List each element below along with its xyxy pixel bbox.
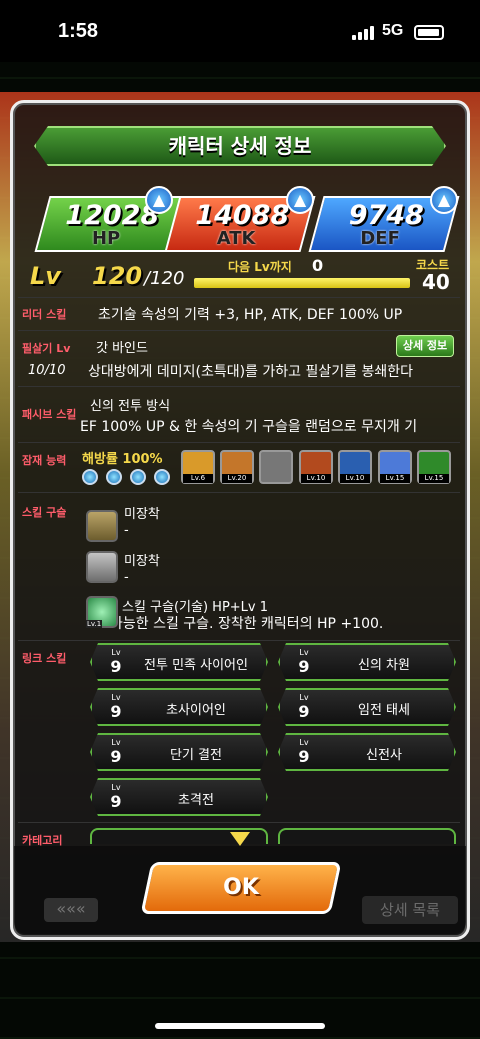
passive-text-clip: EF 100% UP & 한 속성의 기 구슬을 랜덤으로 무지개 기 bbox=[80, 414, 445, 436]
character-potential-icon[interactable]: Lv.10 bbox=[338, 450, 372, 484]
super-attack-name: 갓 바인드 bbox=[96, 341, 148, 356]
hidden-potential-label: 잠재 능력 bbox=[22, 454, 67, 467]
battery-icon bbox=[414, 25, 444, 40]
potential-orb bbox=[154, 469, 170, 485]
skill-orb-slot[interactable] bbox=[86, 551, 118, 583]
page-title: 캐릭터 상세 정보 bbox=[168, 134, 312, 158]
signal-icon bbox=[352, 26, 376, 40]
attack-potential-icon[interactable]: Lv.6 bbox=[181, 450, 215, 484]
divider bbox=[18, 442, 460, 443]
hp-label: HP bbox=[91, 228, 121, 249]
skill-orb-name: 미장착 bbox=[124, 554, 160, 569]
lv-max: /120 bbox=[144, 268, 185, 289]
divider bbox=[18, 386, 460, 387]
network-label: 5G bbox=[382, 22, 404, 39]
link-skill-god-warrior[interactable]: Lv 9 신전사 bbox=[278, 733, 456, 771]
dodge-potential-icon[interactable] bbox=[259, 450, 293, 484]
atk-up-icon: ▲ bbox=[286, 186, 314, 214]
ok-button[interactable]: OK bbox=[140, 862, 342, 914]
potential-orb bbox=[106, 469, 122, 485]
lv-label: Lv bbox=[30, 262, 61, 290]
next-level-label: 다음 Lv까지 bbox=[228, 260, 292, 274]
super-attack-text: 상대방에게 데미지(초특대)를 가하고 필살기를 봉쇄한다 bbox=[88, 364, 413, 380]
skill-orb-badge: Lv.1 bbox=[86, 620, 103, 628]
link-skill-divine-dimension[interactable]: Lv 9 신의 차원 bbox=[278, 643, 456, 681]
divider bbox=[18, 640, 460, 641]
status-bar: 1:58 5G bbox=[0, 0, 480, 62]
ki-blast-potential-icon[interactable]: Lv.15 bbox=[378, 450, 412, 484]
release-rate: 해방률 100% bbox=[82, 452, 163, 467]
passive-name: 신의 전투 방식 bbox=[90, 399, 171, 414]
divider bbox=[18, 822, 460, 823]
link-skill-fierce-battle[interactable]: Lv 9 초격전 bbox=[90, 778, 268, 816]
level-row: Lv 120 /120 다음 Lv까지 0 코스트 40 bbox=[18, 256, 463, 296]
detail-info-button[interactable]: 상세 정보 bbox=[396, 335, 454, 357]
link-skill-battle-ready[interactable]: Lv 9 임전 태세 bbox=[278, 688, 456, 726]
leader-skill-label: 리더 스킬 bbox=[22, 308, 67, 321]
skill-orb-detail-clip: 가능한 스킬 구슬. 장착한 캐릭터의 HP +100. bbox=[118, 612, 448, 632]
detail-list-button: 상세 목록 bbox=[362, 896, 458, 924]
defense-potential-icon[interactable]: Lv.20 bbox=[220, 450, 254, 484]
title-bar: 캐릭터 상세 정보 bbox=[34, 126, 446, 166]
exp-bar bbox=[194, 278, 410, 288]
next-level-value: 0 bbox=[312, 256, 324, 275]
passive-label: 패시브 스킬 bbox=[22, 408, 77, 421]
divider bbox=[18, 297, 460, 298]
leader-skill-text: 초기술 속성의 기력 +3, HP, ATK, DEF 100% UP bbox=[98, 307, 403, 323]
skill-orb-name: 미장착 bbox=[124, 507, 160, 522]
recovery-potential-icon[interactable]: Lv.15 bbox=[417, 450, 451, 484]
skill-orb-slot[interactable] bbox=[86, 510, 118, 542]
skill-orb-detail: 가능한 스킬 구슬. 장착한 캐릭터의 HP +100. bbox=[118, 616, 384, 632]
skill-orb-detail: - bbox=[124, 570, 129, 585]
skill-orb-detail: - bbox=[124, 523, 129, 538]
link-skill-battle-saiyan[interactable]: Lv 9 전투 민족 사이어인 bbox=[90, 643, 268, 681]
scroll-down-icon[interactable] bbox=[230, 832, 250, 846]
link-skill-short-battle[interactable]: Lv 9 단기 결전 bbox=[90, 733, 268, 771]
passive-text: EF 100% UP & 한 속성의 기 구슬을 랜덤으로 무지개 기 bbox=[80, 419, 418, 435]
skill-orb-slot[interactable]: Lv.1 bbox=[86, 596, 118, 628]
category-item[interactable] bbox=[278, 828, 456, 844]
potential-orb bbox=[82, 469, 98, 485]
back-arrows-icon: ««« bbox=[44, 898, 98, 922]
super-attack-label: 필살기 Lv bbox=[22, 342, 71, 355]
link-skills-label: 링크 스킬 bbox=[22, 652, 67, 665]
link-skill-super-saiyan[interactable]: Lv 9 초사이어인 bbox=[90, 688, 268, 726]
ok-label: OK bbox=[223, 875, 259, 900]
atk-label: ATK bbox=[216, 228, 256, 249]
character-potential-icon[interactable]: Lv.10 bbox=[299, 450, 333, 484]
skill-orb-label: 스킬 구슬 bbox=[22, 506, 67, 519]
def-label: DEF bbox=[360, 228, 400, 249]
divider bbox=[18, 492, 460, 493]
divider bbox=[18, 330, 460, 331]
status-time: 1:58 bbox=[58, 20, 99, 42]
hp-up-icon: ▲ bbox=[145, 186, 173, 214]
def-up-icon: ▲ bbox=[430, 186, 458, 214]
super-attack-level: 10/10 bbox=[28, 363, 66, 378]
potential-orb bbox=[130, 469, 146, 485]
lv-current: 120 bbox=[92, 262, 143, 290]
home-indicator[interactable] bbox=[155, 1023, 325, 1029]
cost-value: 40 bbox=[422, 270, 450, 294]
